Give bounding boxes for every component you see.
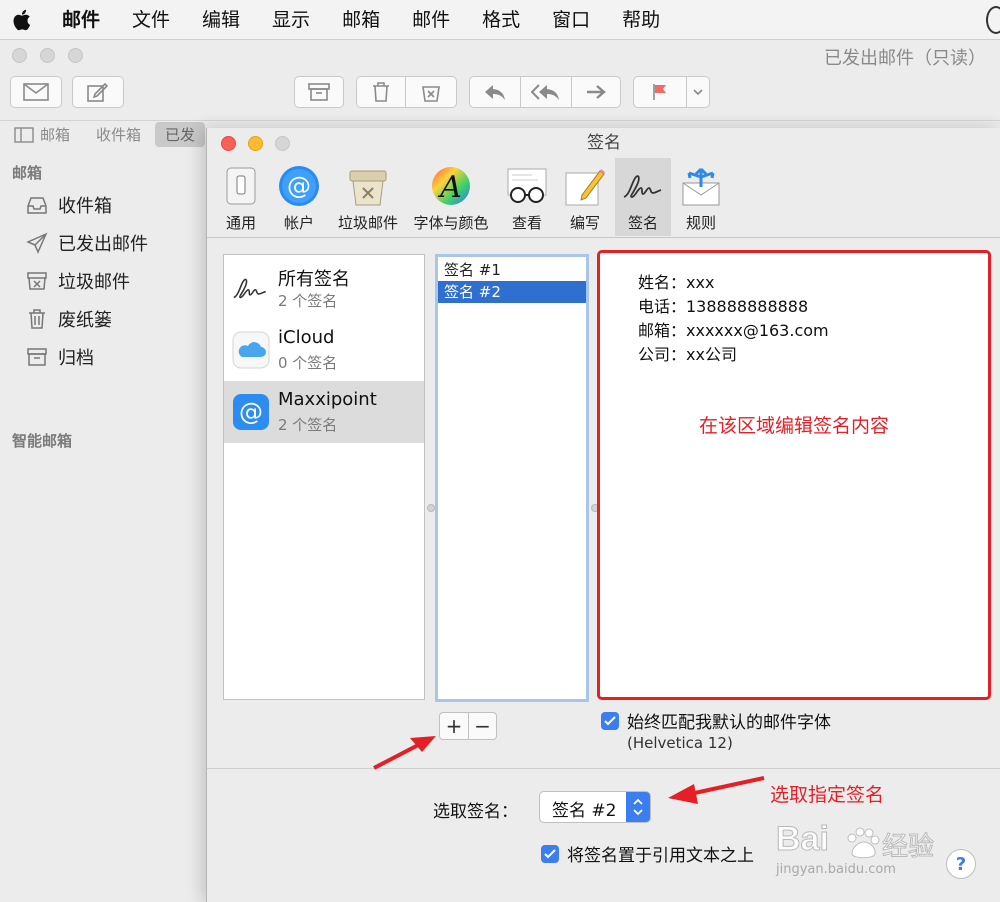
watermark-brand: Bai bbox=[776, 820, 830, 859]
watermark-url: jingyan.baidu.com bbox=[776, 862, 896, 877]
baidu-watermark: Bai 经验 jingyan.baidu.com bbox=[776, 820, 946, 882]
help-button[interactable]: ? bbox=[946, 849, 976, 879]
watermark-brand-cn: 经验 bbox=[881, 832, 935, 863]
arrow-to-add-button bbox=[373, 736, 436, 770]
annotation-arrows bbox=[373, 736, 765, 804]
paw-icon bbox=[847, 827, 880, 859]
choose-annotation: 选取指定签名 bbox=[770, 784, 885, 806]
arrow-to-choose-select bbox=[668, 776, 765, 804]
